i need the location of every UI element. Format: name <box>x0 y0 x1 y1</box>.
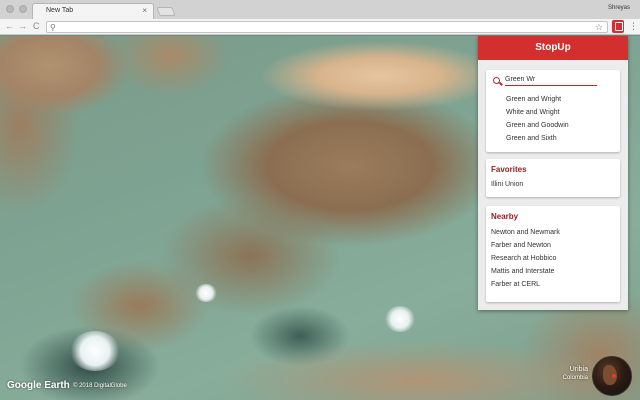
suggestion-item[interactable]: Green and Wright <box>506 96 561 103</box>
nearby-card: Nearby Newton and Newmark Farber and New… <box>486 206 620 302</box>
nearby-item[interactable]: Farber at CERL <box>491 281 540 288</box>
nearby-item[interactable]: Farber and Newton <box>491 242 551 249</box>
search-icon: ⚲ <box>50 23 56 32</box>
minimize-window-icon[interactable] <box>19 5 27 13</box>
search-icon <box>493 77 500 84</box>
profile-name[interactable]: Shreyas <box>608 5 630 11</box>
place-country: Colombia <box>562 375 588 381</box>
cloud <box>70 331 120 371</box>
imagery-copyright: © 2018 DigitalGlobe <box>73 383 127 389</box>
nearby-item[interactable]: Newton and Newmark <box>491 229 560 236</box>
suggestion-item[interactable]: Green and Sixth <box>506 135 557 142</box>
search-card: Green and Wright White and Wright Green … <box>486 70 620 152</box>
reload-icon[interactable]: C <box>33 21 40 32</box>
stopup-extension-icon[interactable] <box>612 20 624 33</box>
tab-title: New Tab <box>46 7 74 14</box>
tab-new-tab[interactable]: New Tab × <box>32 3 154 19</box>
cloud <box>195 284 217 302</box>
favorites-card: Favorites Illini Union <box>486 159 620 197</box>
favorites-title: Favorites <box>491 165 527 174</box>
nearby-item[interactable]: Mattis and Interstate <box>491 268 554 275</box>
stopup-panel: StopUp Green and Wright White and Wright… <box>478 36 628 310</box>
back-arrow-icon[interactable]: ← <box>5 21 14 32</box>
globe-icon[interactable] <box>592 356 632 396</box>
cloud <box>385 306 415 332</box>
suggestion-item[interactable]: Green and Goodwin <box>506 122 569 129</box>
browser-toolbar: ← → C ⚲ ☆ ⋮ <box>0 19 640 35</box>
new-tab-button[interactable] <box>156 7 176 16</box>
nearby-item[interactable]: Research at Hobbico <box>491 255 556 262</box>
suggestion-item[interactable]: White and Wright <box>506 109 560 116</box>
close-icon[interactable]: × <box>142 6 147 16</box>
nearby-title: Nearby <box>491 212 519 221</box>
panel-title: StopUp <box>478 36 628 60</box>
forward-arrow-icon[interactable]: → <box>18 21 27 32</box>
place-name[interactable]: Uribia <box>570 366 588 373</box>
stop-search-input[interactable] <box>505 74 597 86</box>
browser-menu-icon[interactable]: ⋮ <box>629 21 638 32</box>
address-bar[interactable]: ⚲ ☆ <box>46 21 608 33</box>
favorite-item[interactable]: Illini Union <box>491 181 523 188</box>
bookmark-star-icon[interactable]: ☆ <box>595 22 603 32</box>
tab-strip: New Tab × Shreyas <box>0 0 640 19</box>
close-window-icon[interactable] <box>6 5 14 13</box>
google-earth-logo[interactable]: Google Earth <box>7 380 70 391</box>
